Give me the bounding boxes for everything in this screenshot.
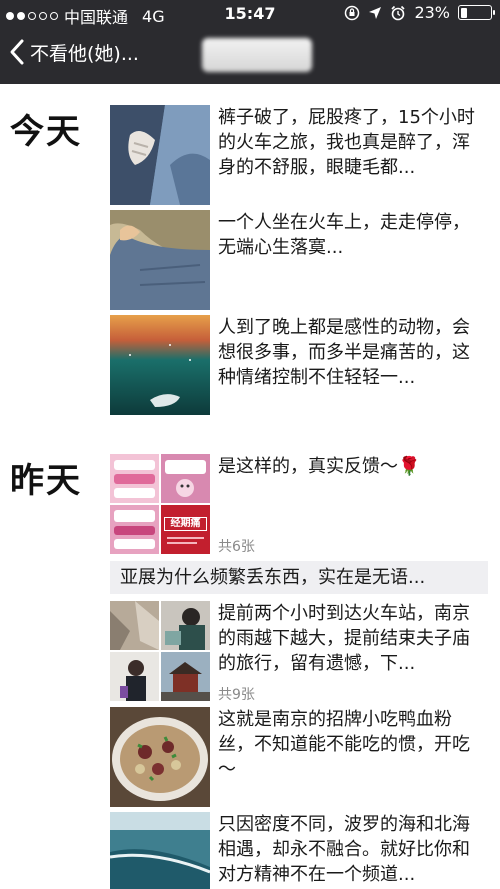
post-image[interactable] <box>110 652 159 701</box>
location-arrow-icon <box>369 6 382 19</box>
moment-post[interactable]: 经期痛 是这样的，真实反馈～🌹 共6张 <box>110 454 488 555</box>
post-image[interactable] <box>110 315 210 415</box>
post-image[interactable] <box>110 601 159 650</box>
post-image[interactable] <box>110 454 159 503</box>
moment-post[interactable]: 裤子破了，屁股疼了，15个小时的火车之旅，我也真是醉了，浑身的不舒服，眼睫毛都.… <box>110 105 488 205</box>
shared-article[interactable]: 亚展为什么频繁丢东西，实在是无语... <box>110 561 488 594</box>
battery-level <box>460 7 468 18</box>
post-text: 裤子破了，屁股疼了，15个小时的火车之旅，我也真是醉了，浑身的不舒服，眼睫毛都.… <box>218 107 475 178</box>
post-image[interactable]: 经期痛 <box>161 505 210 554</box>
post-text: 一个人坐在火车上，走走停停，无端心生落寞... <box>218 212 470 258</box>
post-text: 是这样的，真实反馈～🌹 <box>218 456 421 477</box>
moment-post[interactable]: 提前两个小时到达火车站，南京的雨越下越大，提前结束夫子庙的旅行，留有遗憾，下..… <box>110 601 488 703</box>
back-button-label: 不看他(她)... <box>30 42 139 65</box>
post-image-grid[interactable]: 经期痛 <box>110 454 210 554</box>
status-right: 23% <box>344 3 495 22</box>
post-image-grid[interactable] <box>110 601 210 701</box>
back-button[interactable]: 不看他(她)... <box>8 38 139 66</box>
alarm-clock-icon <box>391 5 406 20</box>
post-text: 人到了晚上都是感性的动物，会想很多事，而多半是痛苦的，这种情绪控制不住轻轻一..… <box>218 317 470 388</box>
battery-icon <box>458 5 495 20</box>
post-image[interactable] <box>110 812 210 889</box>
moment-post[interactable]: 人到了晚上都是感性的动物，会想很多事，而多半是痛苦的，这种情绪控制不住轻轻一..… <box>110 315 488 415</box>
post-image[interactable] <box>161 454 210 503</box>
post-image[interactable] <box>110 210 210 310</box>
day-label-yesterday: 昨天 <box>10 461 82 501</box>
orientation-lock-icon <box>345 5 360 20</box>
moment-post[interactable]: 一个人坐在火车上，走走停停，无端心生落寞... <box>110 210 488 310</box>
post-text: 这就是南京的招牌小吃鸭血粉丝，不知道能不能吃的惯，开吃～ <box>218 709 470 780</box>
post-image[interactable] <box>161 652 210 701</box>
nav-bar: 不看他(她)... <box>0 28 500 84</box>
chevron-left-icon <box>10 39 24 65</box>
photo-count: 共6张 <box>218 539 255 555</box>
photo-count: 共9张 <box>218 687 255 703</box>
moments-feed[interactable]: 今天 裤子破了，屁股疼了，15个小时的火车之旅，我也真是醉了，浑身的不舒服，眼睫… <box>0 84 500 889</box>
status-bar: 中国联通 4G 15:47 23% <box>0 0 500 28</box>
post-image[interactable] <box>161 601 210 650</box>
post-text: 只因密度不同，波罗的海和北海相遇，却永不融合。就好比你和对方精神不在一个频道..… <box>218 814 470 885</box>
top-bar: 中国联通 4G 15:47 23% 不看他(她)... <box>0 0 500 84</box>
day-label-today: 今天 <box>10 112 82 152</box>
moment-post[interactable]: 只因密度不同，波罗的海和北海相遇，却永不融合。就好比你和对方精神不在一个频道..… <box>110 812 488 889</box>
post-text: 提前两个小时到达火车站，南京的雨越下越大，提前结束夫子庙的旅行，留有遗憾，下..… <box>218 603 470 674</box>
post-image[interactable] <box>110 707 210 807</box>
post-image[interactable] <box>110 505 159 554</box>
moment-post[interactable]: 这就是南京的招牌小吃鸭血粉丝，不知道能不能吃的惯，开吃～ <box>110 707 488 807</box>
blurred-title <box>202 38 312 72</box>
image-caption: 经期痛 <box>164 517 207 531</box>
post-image[interactable] <box>110 105 210 205</box>
battery-percent: 23% <box>414 3 450 22</box>
